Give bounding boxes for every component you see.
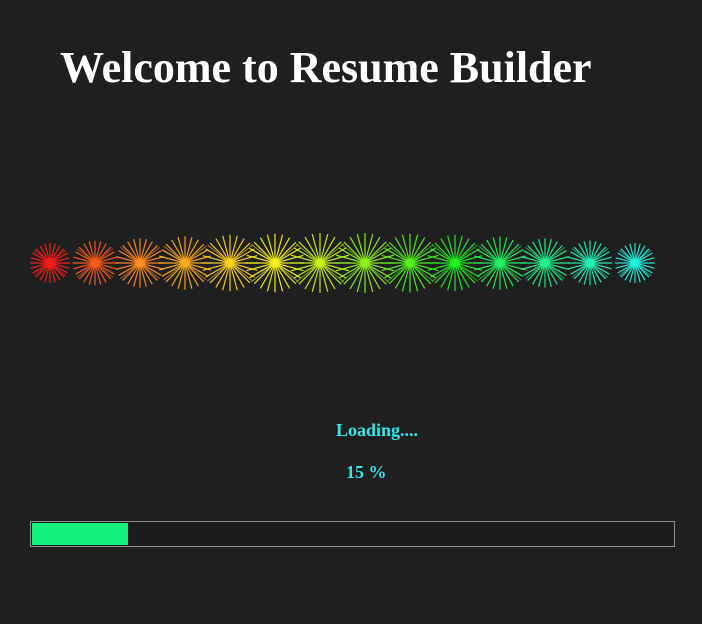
starburst-2 (72, 240, 118, 286)
starburst-3 (115, 238, 165, 288)
burst-layer (30, 233, 655, 293)
loading-percent-label: 15 % (346, 462, 387, 482)
page-title: Welcome to Resume Builder (60, 43, 592, 92)
loading-animation (30, 233, 655, 293)
splash-screen: Welcome to Resume Builder Loading.... 15… (0, 0, 702, 624)
starburst-11 (473, 236, 527, 290)
progress-bar (30, 521, 675, 547)
starburst-1 (30, 243, 70, 283)
starburst-12 (520, 238, 570, 288)
starburst-14 (615, 243, 655, 283)
loading-status-label: Loading.... (336, 420, 419, 440)
progress-bar-fill (32, 523, 129, 545)
starburst-13 (567, 240, 613, 286)
